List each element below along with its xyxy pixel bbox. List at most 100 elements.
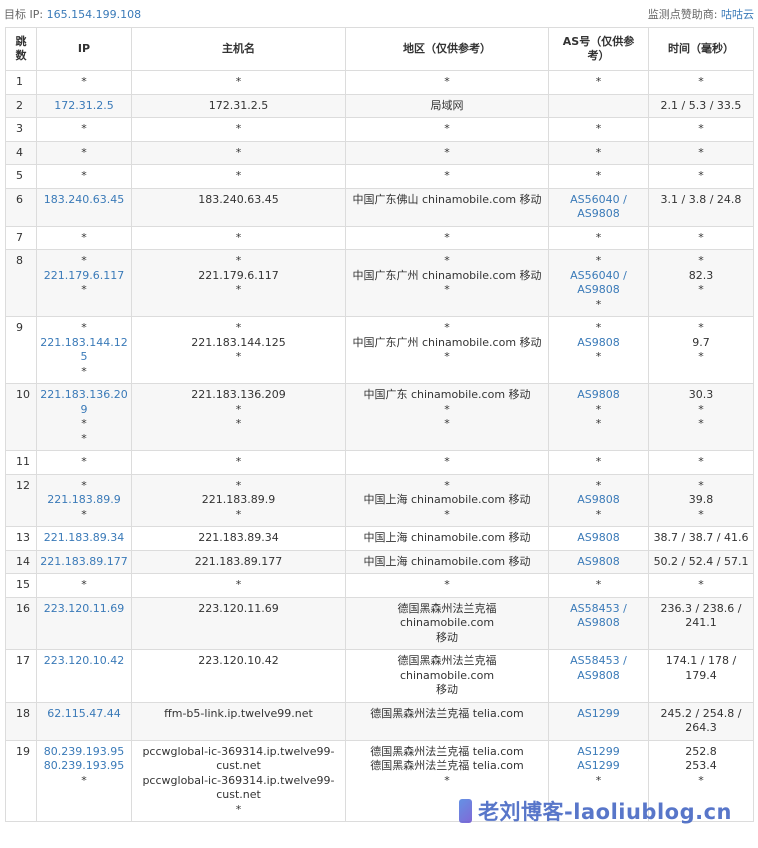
as-link[interactable]: AS1299 [552, 745, 645, 760]
cell-line: * [595, 478, 602, 492]
cell-line: 德国黑森州法兰克福 telia.com [370, 759, 524, 772]
sponsor-label: 监测点赞助商: [647, 8, 718, 21]
cell-line: * [698, 230, 704, 244]
cell-line: * [698, 169, 704, 182]
ip-link[interactable]: 183.240.63.45 [40, 193, 128, 208]
ip-link[interactable]: 221.183.89.34 [40, 531, 128, 546]
as-link[interactable]: AS1299 [552, 707, 645, 722]
hop-cell: 19 [5, 739, 37, 822]
cell-line: 中国上海 chinamobile.com 移动 [363, 554, 531, 568]
ip-link[interactable]: 221.183.89.9 [40, 493, 128, 508]
table-header-row: 跳 数 IP 主机名 地区（仅供参考） AS号（仅供参 考） 时间（毫秒） [5, 27, 754, 71]
ip-cell: 80.239.193.95 80.239.193.95 * [36, 739, 132, 822]
column-header-as: AS号（仅供参 考） [548, 27, 649, 71]
cell-line: * [444, 402, 450, 416]
region-cell: * 中国广东广州 chinamobile.com 移动 * [345, 316, 549, 384]
cell-line: * [444, 773, 450, 787]
cell-line: * [235, 283, 242, 296]
ip-link[interactable]: 80.239.193.95 [40, 745, 128, 760]
cell-line: * [698, 145, 704, 159]
ip-link[interactable]: 221.179.6.117 [40, 269, 128, 284]
as-link[interactable]: AS9808 [552, 336, 645, 351]
as-link[interactable]: AS58453 / [552, 654, 645, 669]
cell-line: 223.120.11.69 [198, 601, 279, 615]
region-cell: * [345, 164, 549, 189]
time-cell: * [648, 573, 754, 598]
ip-link[interactable]: 80.239.193.95 [40, 759, 128, 774]
ip-cell: * [36, 573, 132, 598]
hostname-cell: * 221.179.6.117 * [131, 249, 346, 317]
table-row: 3 * * * * * [5, 117, 754, 142]
hop-cell: 16 [5, 596, 37, 650]
cell-line: * [81, 283, 87, 296]
cell-line: 移动 [436, 683, 458, 696]
hostname-cell: 223.120.11.69 [131, 596, 346, 650]
hop-cell: 7 [5, 225, 37, 250]
as-cell: AS9808 [548, 549, 649, 574]
cell-line: * [235, 417, 242, 430]
time-cell: * [648, 70, 754, 95]
as-link[interactable]: AS9808 [552, 531, 645, 546]
cell-line: * [595, 455, 602, 468]
cell-line: 德国黑森州法兰克福 telia.com [370, 744, 524, 758]
ip-link[interactable]: 172.31.2.5 [40, 99, 128, 114]
region-cell: * [345, 573, 549, 598]
as-cell: * AS56040 /AS9808 * [548, 249, 649, 317]
cell-line: 中国广东广州 chinamobile.com 移动 [352, 335, 542, 349]
table-row: 1 * * * * * [5, 70, 754, 95]
watermark: 老刘博客-laoliublog.cn [459, 796, 732, 826]
cell-line: * [81, 145, 87, 159]
as-link[interactable]: AS58453 / [552, 602, 645, 617]
cell-line: * [595, 507, 602, 521]
cell-line: * [698, 122, 704, 135]
time-cell: * 82.3 * [648, 249, 754, 317]
region-cell: * [345, 140, 549, 165]
target-ip-link[interactable]: 165.154.199.108 [47, 8, 141, 21]
ip-link[interactable]: 221.183.144.125 [40, 336, 128, 365]
cell-line: * [235, 75, 242, 88]
ip-link[interactable]: 62.115.47.44 [40, 707, 128, 722]
cell-line: * [444, 417, 450, 430]
cell-line: * [595, 145, 602, 159]
time-cell: * 39.8 * [648, 473, 754, 527]
hostname-cell: * [131, 225, 346, 250]
hop-cell: 12 [5, 473, 37, 527]
cell-line: * [698, 417, 704, 430]
cell-line: * [698, 478, 704, 492]
as-cell: AS9808 * * [548, 383, 649, 451]
as-link[interactable]: AS9808 [552, 616, 645, 631]
ip-link[interactable]: 223.120.11.69 [40, 602, 128, 617]
time-cell: * [648, 450, 754, 475]
as-link[interactable]: AS56040 / [552, 269, 645, 284]
as-link[interactable]: AS9808 [552, 283, 645, 298]
target-ip-label: 目标 IP: [4, 8, 44, 21]
as-link[interactable]: AS56040 / [552, 193, 645, 208]
ip-link[interactable]: 223.120.10.42 [40, 654, 128, 669]
table-row: 12 * 221.183.89.9 * * 221.183.89.9 * * 中国上海 chin… [5, 473, 754, 527]
as-link[interactable]: AS9808 [552, 388, 645, 403]
hop-cell: 11 [5, 450, 37, 475]
ip-cell: * [36, 117, 132, 142]
cell-line: * [81, 507, 87, 521]
ip-link[interactable]: 221.183.89.177 [40, 555, 128, 570]
hostname-cell: ffm-b5-link.ip.twelve99.net [131, 701, 346, 741]
traceroute-table: 跳 数 IP 主机名 地区（仅供参考） AS号（仅供参 考） 时间（毫秒） 1 *… [5, 27, 754, 822]
as-link[interactable]: AS9808 [552, 669, 645, 684]
cell-line: * [81, 321, 87, 334]
ip-link[interactable]: 221.183.136.209 [40, 388, 128, 417]
cell-line: 241.1 [685, 616, 717, 629]
cell-line: pccwglobal-ic-369314.ip.twelve99- [142, 773, 335, 787]
ip-cell: 183.240.63.45 [36, 187, 132, 227]
as-link[interactable]: AS9808 [552, 493, 645, 508]
cell-line: 221.183.136.209 [191, 388, 286, 401]
time-cell: 236.3 / 238.6 /241.1 [648, 596, 754, 650]
cell-line: 221.179.6.117 [198, 268, 279, 282]
table-row: 15 * * * * * [5, 573, 754, 598]
table-row: 13 221.183.89.34 221.183.89.34 中国上海 chinamo… [5, 526, 754, 551]
as-link[interactable]: AS1299 [552, 759, 645, 774]
as-link[interactable]: AS9808 [552, 207, 645, 222]
sponsor-link[interactable]: 咕咕云 [721, 8, 754, 21]
cell-line: * [235, 254, 242, 267]
as-link[interactable]: AS9808 [552, 555, 645, 570]
hop-cell: 2 [5, 93, 37, 118]
